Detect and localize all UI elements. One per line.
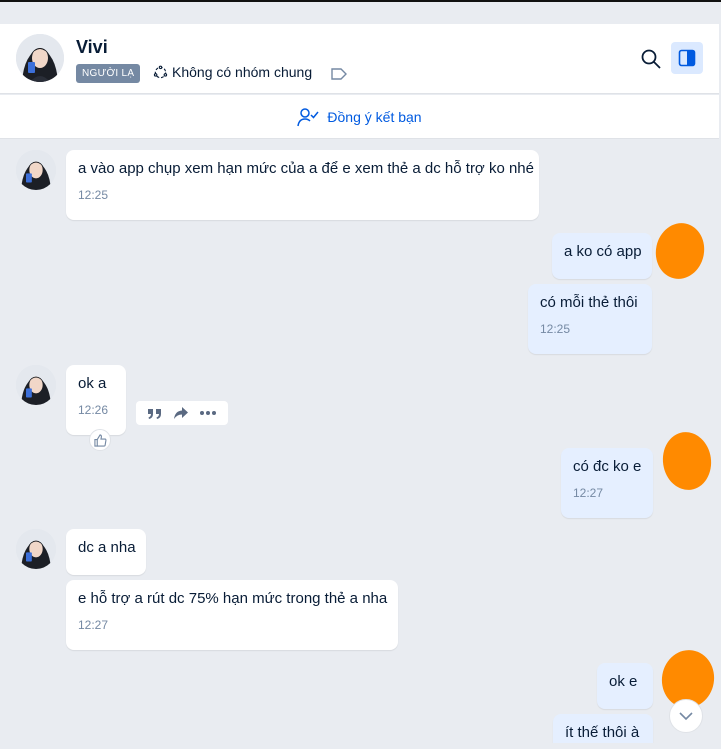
message-text: ok a [78,375,107,392]
common-groups-label: Không có nhóm chung [172,64,313,80]
redaction-mark [650,218,710,284]
sender-avatar[interactable] [16,150,56,190]
message-list[interactable]: a vào app chụp xem hạn mức của a để e xe… [0,139,719,743]
sender-avatar[interactable] [16,529,56,569]
message-bubble[interactable]: có mỗi thẻ thôi 12:25 [528,284,652,354]
message-time: 12:27 [573,486,604,500]
redaction-mark [659,428,715,494]
message-bubble[interactable]: e hỗ trợ a rút dc 75% hạn mức trong thẻ … [66,580,398,650]
message-time: 12:26 [78,403,109,417]
tag-icon[interactable] [330,67,348,81]
stranger-badge: NGƯỜI LẠ [76,64,141,83]
thumbs-up-icon [93,433,106,447]
common-groups[interactable]: Không có nhóm chung [153,64,312,80]
add-friend-icon [297,107,319,126]
forward-icon[interactable] [173,406,189,420]
message-text: ok e [609,673,638,690]
message-bubble[interactable]: ok a 12:26 [66,365,126,435]
message-bubble[interactable]: ok e [597,663,653,709]
message-bubble[interactable]: a ko có app [552,233,652,279]
search-icon[interactable] [640,48,662,70]
message-bubble[interactable]: a vào app chụp xem hạn mức của a để e xe… [66,150,539,220]
sidebar-toggle-button[interactable] [671,42,703,74]
message-bubble[interactable]: có đc ko e 12:27 [561,448,653,518]
react-like-button[interactable] [89,429,111,451]
accept-friend-label: Đồng ý kết bạn [327,108,422,125]
message-text: a ko có app [564,243,642,260]
message-text: ít thế thôi à [565,724,640,741]
message-actions [136,401,228,425]
quote-icon[interactable] [147,406,163,420]
more-icon[interactable] [199,410,217,416]
groups-icon [153,65,168,78]
scroll-to-bottom-button[interactable] [669,699,703,733]
accept-friend-button[interactable]: Đồng ý kết bạn [0,95,719,139]
message-bubble[interactable]: dc a nha [66,529,146,575]
message-bubble[interactable]: ít thế thôi à [553,714,653,743]
window-top-border [0,0,721,2]
contact-avatar[interactable] [16,34,64,82]
sidebar-toggle-icon [678,49,696,67]
message-time: 12:25 [540,322,571,336]
message-time: 12:27 [78,618,109,632]
sender-avatar[interactable] [16,365,56,405]
contact-name[interactable]: Vivi [76,37,108,58]
message-text: có mỗi thẻ thôi [540,294,638,311]
chat-header: Vivi NGƯỜI LẠ Không có nhóm chung [0,24,719,94]
message-text: dc a nha [78,539,136,556]
message-text: e hỗ trợ a rút dc 75% hạn mức trong thẻ … [78,590,388,607]
message-time: 12:25 [78,188,109,202]
message-text: có đc ko e [573,458,642,475]
chevron-down-icon [679,712,693,721]
message-text: a vào app chụp xem hạn mức của a để e xe… [78,160,534,177]
